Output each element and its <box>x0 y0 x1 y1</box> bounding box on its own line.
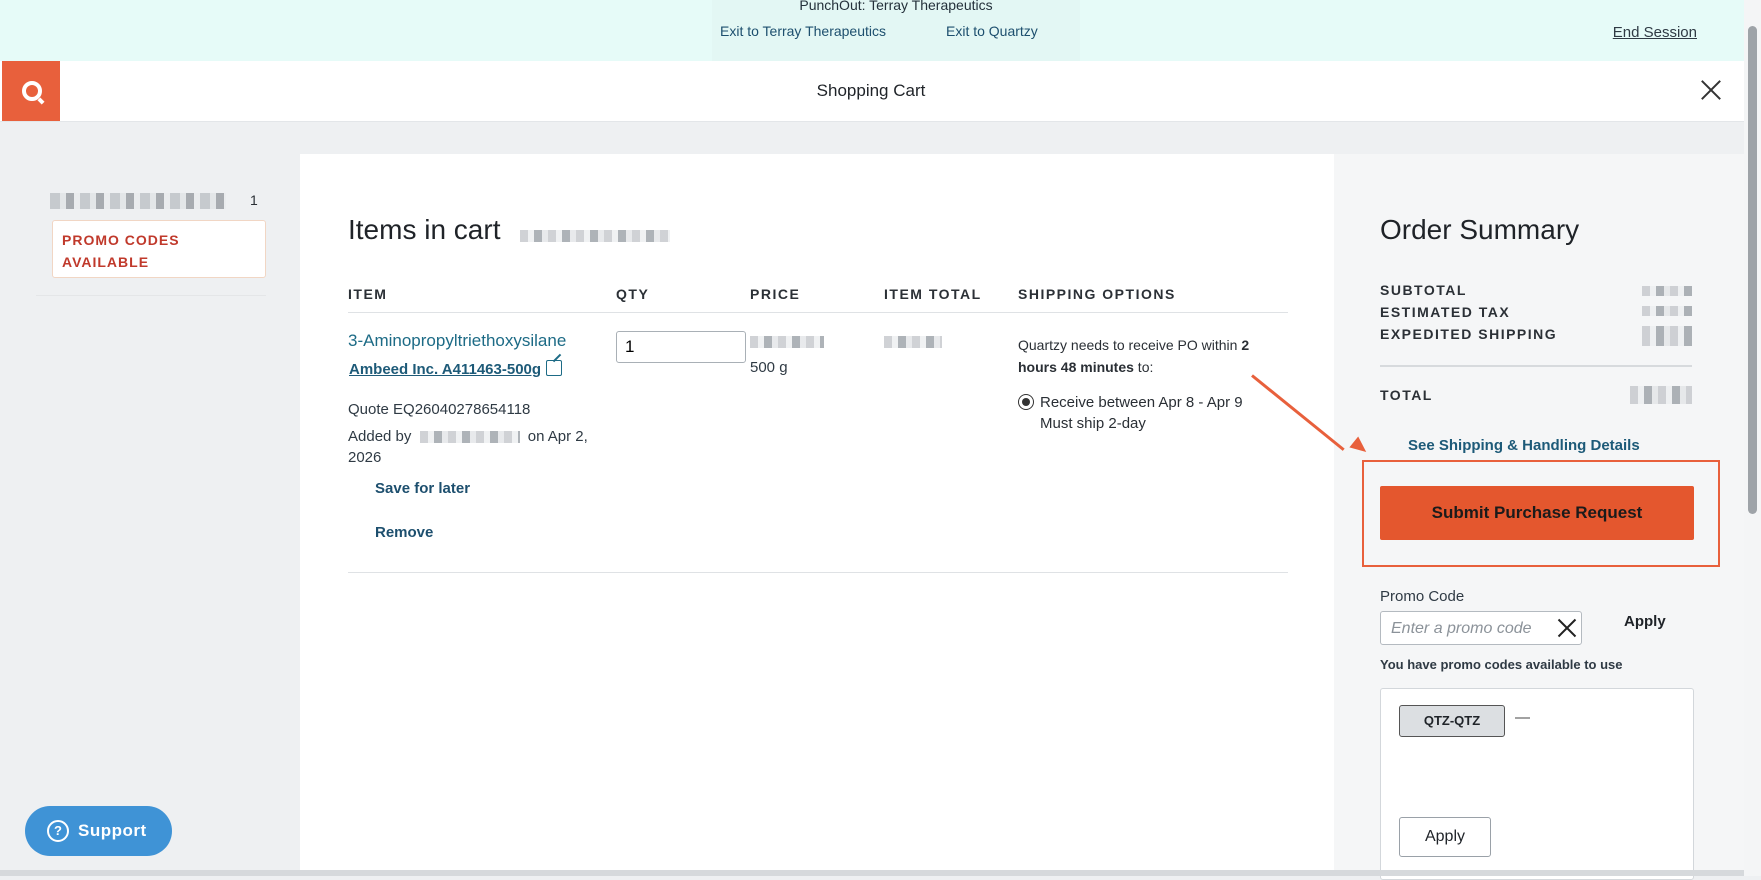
total-label: TOTAL <box>1380 387 1433 403</box>
promo-available-note: You have promo codes available to use <box>1380 657 1623 672</box>
punchout-title: PunchOut: Terray Therapeutics <box>799 0 993 13</box>
column-header-price: PRICE <box>750 286 801 302</box>
column-header-item-total: ITEM TOTAL <box>884 286 982 302</box>
shipping-option-radio[interactable] <box>1018 394 1034 410</box>
exit-to-quartzy-link[interactable]: Exit to Quartzy <box>946 23 1038 39</box>
divider <box>1380 365 1692 367</box>
divider <box>36 295 266 296</box>
close-icon[interactable] <box>1698 77 1724 103</box>
promo-chip-dash: — <box>1515 709 1530 726</box>
redacted-total <box>1630 386 1692 404</box>
estimated-tax-label: ESTIMATED TAX <box>1380 304 1511 320</box>
product-name-link[interactable]: 3-Aminopropyltriethoxysilane <box>348 331 566 351</box>
subtotal-label: SUBTOTAL <box>1380 282 1467 298</box>
promo-codes-badge: PROMO CODES AVAILABLE <box>52 220 266 278</box>
clear-icon[interactable] <box>1557 618 1577 638</box>
sidebar-item-count: 1 <box>250 192 258 208</box>
divider <box>348 312 1288 313</box>
support-label: Support <box>78 821 147 840</box>
quote-number: Quote EQ26040278654118 <box>348 401 531 418</box>
exit-to-terray-link[interactable]: Exit to Terray Therapeutics <box>720 23 886 39</box>
redacted-cart-count <box>520 230 670 242</box>
ship-note-prefix: Quartzy needs to receive PO within <box>1018 337 1242 353</box>
cart-header: Shopping Cart <box>0 61 1761 122</box>
package-size: 500 g <box>750 359 788 376</box>
shipping-window: Receive between Apr 8 - Apr 9 <box>1040 394 1243 411</box>
help-icon: ? <box>47 820 69 842</box>
remove-button[interactable]: Remove <box>375 524 433 541</box>
page-title: Shopping Cart <box>816 81 926 100</box>
redacted-user <box>419 431 520 443</box>
redacted-tax <box>1642 306 1692 316</box>
promo-code-label: Promo Code <box>1380 588 1465 605</box>
promo-code-placeholder: Enter a promo code <box>1391 620 1532 637</box>
horizontal-scroll-edge <box>0 870 1744 876</box>
shipping-method: Must ship 2-day <box>1040 415 1146 432</box>
apply-promo-button[interactable]: Apply <box>1399 817 1491 857</box>
shipping-details-link[interactable]: See Shipping & Handling Details <box>1408 437 1640 454</box>
submit-purchase-request-button[interactable]: Submit Purchase Request <box>1380 486 1694 540</box>
added-by-prefix: Added by <box>348 428 412 445</box>
quantity-input[interactable] <box>616 331 746 363</box>
vendor-catalog-link[interactable]: Ambeed Inc. A411463-500g <box>349 361 541 378</box>
order-summary-panel: Order Summary SUBTOTAL ESTIMATED TAX EXP… <box>1334 154 1744 880</box>
items-in-cart-title: Items in cart <box>348 214 501 245</box>
added-by: Added by on Apr 2, 2026 <box>348 426 588 468</box>
punchout-banner: PunchOut: Terray Therapeutics Exit to Te… <box>0 0 1761 62</box>
expedited-shipping-label: EXPEDITED SHIPPING <box>1380 326 1558 342</box>
scrollbar[interactable] <box>1744 0 1761 876</box>
shipping-option-label[interactable]: Receive between Apr 8 - Apr 9 Must ship … <box>1040 392 1243 434</box>
promo-apply-link[interactable]: Apply <box>1624 613 1666 630</box>
promo-code-input[interactable]: Enter a promo code <box>1380 611 1582 645</box>
redacted-shipping <box>1642 326 1692 346</box>
available-promo-codes: QTZ-QTZ — Apply <box>1380 688 1694 880</box>
external-link-icon[interactable] <box>546 360 562 376</box>
order-summary-title: Order Summary <box>1380 214 1580 245</box>
promo-badge-label: PROMO CODES AVAILABLE <box>62 232 180 270</box>
redacted-subtotal <box>1642 286 1692 296</box>
support-button[interactable]: ? Support <box>25 806 172 856</box>
scrollbar-thumb[interactable] <box>1748 26 1757 514</box>
redacted-item-total <box>884 336 942 348</box>
cart-items-panel: Items in cart ITEM QTY PRICE ITEM TOTAL … <box>300 154 1334 876</box>
punchout-box: PunchOut: Terray Therapeutics Exit to Te… <box>712 0 1080 61</box>
end-session-link[interactable]: End Session <box>1613 24 1697 41</box>
save-for-later-button[interactable]: Save for later <box>375 480 470 497</box>
redacted-price <box>750 336 824 348</box>
column-header-qty: QTY <box>616 286 650 302</box>
redacted-lab-name[interactable] <box>50 193 226 209</box>
ship-note-suffix: to: <box>1133 359 1154 375</box>
divider <box>348 572 1288 573</box>
shipping-deadline-note: Quartzy needs to receive PO within 2 hou… <box>1018 334 1268 378</box>
column-header-shipping: SHIPPING OPTIONS <box>1018 286 1176 302</box>
promo-code-chip[interactable]: QTZ-QTZ <box>1399 705 1505 737</box>
column-header-item: ITEM <box>348 286 388 302</box>
